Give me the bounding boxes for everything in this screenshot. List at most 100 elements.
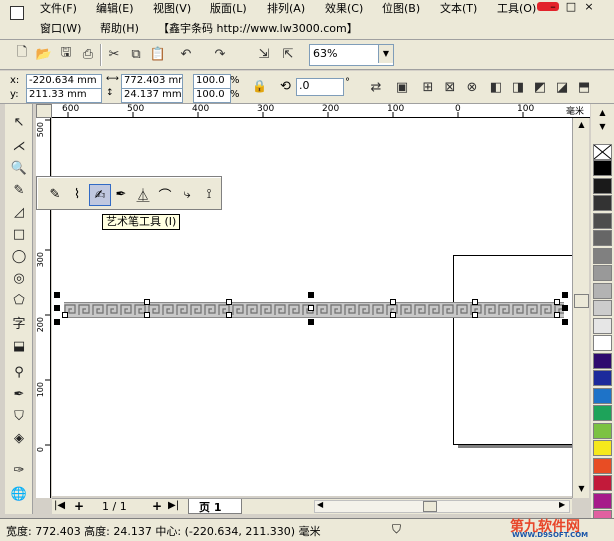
ungroup-icon[interactable]: ⊞ — [418, 77, 438, 97]
ellipse-tool-icon[interactable]: ◯ — [8, 246, 30, 266]
selection-handle[interactable] — [54, 305, 60, 311]
color-swatch[interactable] — [593, 195, 612, 211]
menu-bitmaps[interactable]: 位图(B) — [382, 0, 420, 16]
color-swatch[interactable] — [593, 230, 612, 246]
menu-brand[interactable]: 【鑫宇条码 http://www.lw3000.com】 — [158, 20, 358, 36]
node-handle[interactable] — [144, 312, 150, 318]
add-page-after-button[interactable]: + — [152, 499, 162, 513]
menu-edit[interactable]: 编辑(E) — [96, 0, 134, 16]
front-minus-back-icon[interactable]: ⬒ — [574, 77, 594, 97]
globe-icon[interactable]: 🌐 — [8, 484, 30, 504]
freehand-tool-icon[interactable]: ✎ — [8, 180, 30, 200]
weld-icon[interactable]: ◧ — [486, 77, 506, 97]
export-icon[interactable]: ⇱ — [278, 44, 298, 64]
scroll-right-icon[interactable]: ▶ — [559, 500, 565, 509]
app-icon[interactable] — [10, 6, 24, 20]
color-swatch[interactable] — [593, 387, 612, 404]
pick-tool-icon[interactable]: ↖ — [8, 112, 30, 132]
node-handle[interactable] — [226, 312, 232, 318]
ruler-corner[interactable] — [36, 104, 52, 118]
save-icon[interactable]: 🖫 — [56, 44, 76, 64]
palette-up-icon[interactable]: ▲ — [595, 108, 610, 122]
rotation-field[interactable]: .0 — [296, 78, 344, 96]
palette-scroll-icon[interactable]: ▼ — [595, 122, 610, 136]
color-swatch[interactable] — [593, 177, 612, 194]
color-swatch[interactable] — [593, 422, 612, 439]
page-tab[interactable]: 页 1 — [188, 499, 242, 514]
drawing-canvas[interactable] — [52, 118, 572, 496]
undo-icon[interactable]: ↶ — [176, 44, 196, 64]
x-field[interactable]: -220.634 mm — [26, 74, 102, 89]
menu-help[interactable]: 帮助(H) — [100, 20, 139, 36]
rectangle-tool-icon[interactable]: □ — [8, 224, 30, 244]
scale-x-field[interactable]: 100.0 — [193, 74, 231, 89]
copy-icon[interactable]: ⧉ — [126, 44, 146, 64]
zoom-tool-icon[interactable]: 🔍 — [8, 158, 30, 178]
menu-file[interactable]: 文件(F) — [40, 0, 77, 16]
menu-view[interactable]: 视图(V) — [153, 0, 191, 16]
interactive-tool-icon[interactable]: ⬓ — [8, 336, 30, 356]
node-handle[interactable] — [144, 299, 150, 305]
open-icon[interactable]: 📂 — [34, 44, 54, 64]
combine-icon[interactable]: ⊗ — [462, 77, 482, 97]
height-field[interactable]: 24.137 mm — [121, 88, 183, 103]
shape-tool-icon[interactable]: ⋌ — [8, 136, 30, 156]
basic-shapes-icon[interactable]: ⬠ — [8, 290, 30, 310]
center-handle[interactable] — [308, 305, 314, 311]
scale-y-field[interactable]: 100.0 — [193, 88, 231, 103]
color-swatch[interactable] — [593, 440, 612, 456]
vertical-scrollbar[interactable]: ▲ ▼ — [572, 118, 589, 498]
restore-button[interactable]: □ — [562, 0, 580, 14]
pen-icon[interactable]: ✒ — [111, 184, 131, 204]
intersect-icon[interactable]: ◩ — [530, 77, 550, 97]
selection-handle[interactable] — [54, 319, 60, 325]
redo-icon[interactable]: ↷ — [210, 44, 230, 64]
color-swatch[interactable] — [593, 282, 612, 299]
spiral-tool-icon[interactable]: ◎ — [8, 268, 30, 288]
node-handle[interactable] — [472, 299, 478, 305]
text-tool-icon[interactable]: 字 — [8, 312, 30, 332]
artistic-stroke[interactable] — [64, 302, 564, 318]
y-field[interactable]: 211.33 mm — [26, 88, 102, 103]
lock-ratio-icon[interactable]: 🔒 — [252, 79, 267, 93]
paste-icon[interactable]: 📋 — [148, 44, 168, 64]
simplify-icon[interactable]: ◪ — [552, 77, 572, 97]
import-icon[interactable]: ⇲ — [254, 44, 274, 64]
dimension-icon[interactable]: ⟟ — [199, 184, 219, 204]
color-swatch[interactable] — [593, 457, 612, 474]
interactive-connector-icon[interactable]: ⤷ — [177, 184, 197, 204]
node-handle[interactable] — [472, 312, 478, 318]
3point-curve-icon[interactable]: ⌒ — [155, 184, 175, 204]
menu-window[interactable]: 窗口(W) — [40, 20, 81, 36]
cut-icon[interactable]: ✂ — [104, 44, 124, 64]
fill-tool-icon[interactable]: ⛉ — [8, 406, 30, 426]
bezier-icon[interactable]: ⌇ — [67, 184, 87, 204]
node-handle[interactable] — [390, 312, 396, 318]
menu-layout[interactable]: 版面(L) — [210, 0, 247, 16]
horizontal-ruler[interactable]: 600 500 400 300 200 100 0 100 毫米 — [52, 104, 590, 118]
scroll-left-icon[interactable]: ◀ — [317, 500, 323, 509]
node-handle[interactable] — [554, 299, 560, 305]
outline-tool-icon[interactable]: ✒ — [8, 384, 30, 404]
no-color-swatch[interactable] — [593, 144, 612, 160]
scroll-up-icon[interactable]: ▲ — [574, 118, 589, 132]
print-icon[interactable]: ⎙ — [78, 44, 98, 64]
chevron-down-icon[interactable]: ▼ — [378, 45, 393, 63]
color-swatch[interactable] — [593, 265, 612, 281]
color-swatch[interactable] — [593, 160, 612, 176]
zoom-select[interactable]: 63% ▼ — [309, 44, 394, 66]
color-swatch[interactable] — [593, 335, 612, 351]
horizontal-scrollbar[interactable]: ◀ ▶ — [314, 500, 570, 513]
pen-nib-icon[interactable]: ✑ — [8, 460, 30, 480]
first-page-button[interactable]: |◀ — [54, 500, 65, 511]
ungroup-all-icon[interactable]: ⊠ — [440, 77, 460, 97]
color-swatch[interactable] — [593, 475, 612, 491]
mirror-icon[interactable]: ⇄ — [366, 77, 386, 97]
selection-handle[interactable] — [562, 305, 568, 311]
menu-effects[interactable]: 效果(C) — [325, 0, 363, 16]
eyedropper-icon[interactable]: ⚲ — [8, 362, 30, 382]
node-handle[interactable] — [62, 312, 68, 318]
selection-handle[interactable] — [562, 319, 568, 325]
artistic-media-icon[interactable]: ✍ — [89, 184, 111, 206]
scroll-thumb[interactable] — [574, 294, 589, 308]
